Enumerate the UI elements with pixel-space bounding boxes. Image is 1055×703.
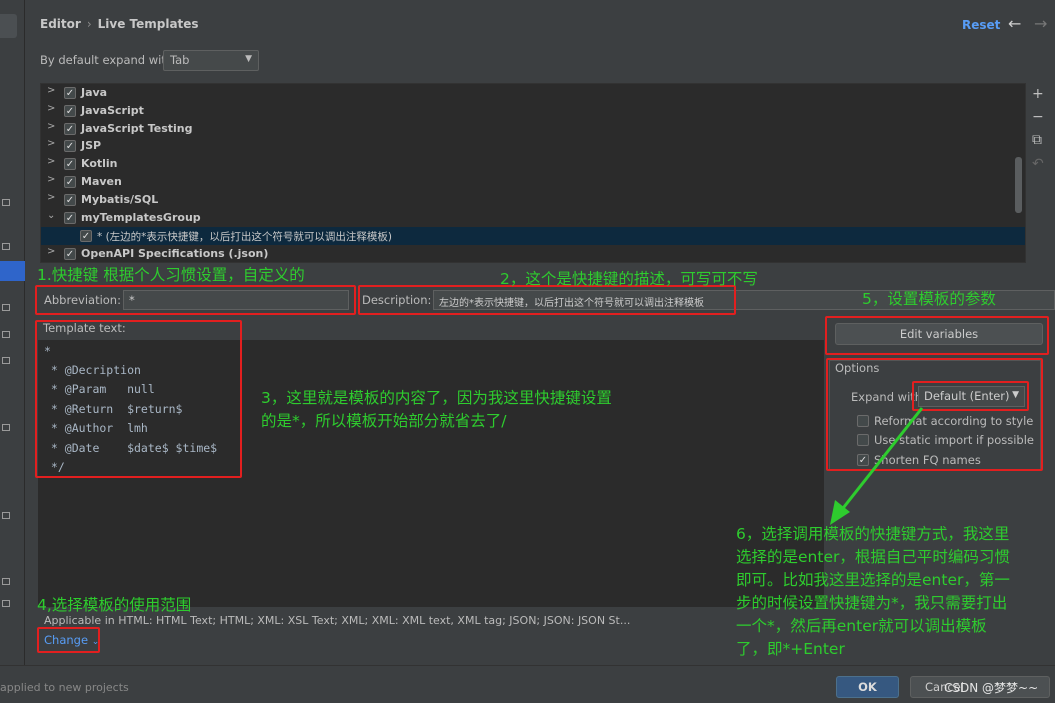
tree-item-label: JavaScript bbox=[81, 104, 144, 117]
collapse-icon[interactable] bbox=[2, 600, 10, 607]
tree-item-template[interactable]: ✓ * (左边的*表示快捷键，以后打出这个符号就可以调出注释模板) bbox=[41, 227, 1025, 245]
tree-scrollbar[interactable] bbox=[1015, 157, 1022, 213]
forward-arrow-icon[interactable]: → bbox=[1034, 14, 1047, 33]
template-checkbox[interactable]: ✓ bbox=[80, 230, 92, 242]
chevron-right-icon[interactable]: > bbox=[47, 174, 55, 185]
chevron-right-icon[interactable]: > bbox=[47, 121, 55, 132]
annotation-box-edit-variables bbox=[825, 316, 1049, 355]
tree-item-label: myTemplatesGroup bbox=[81, 211, 201, 224]
chevron-right-icon[interactable]: > bbox=[47, 192, 55, 203]
group-checkbox[interactable]: ✓ bbox=[64, 123, 76, 135]
annotation-box-change bbox=[37, 627, 100, 653]
tree-item-label: * (左边的*表示快捷键，以后打出这个符号就可以调出注释模板) bbox=[97, 231, 393, 243]
search-box-edge[interactable] bbox=[0, 14, 17, 38]
template-group-tree[interactable]: > ✓ Java > ✓ JavaScript > ✓ JavaScript T… bbox=[40, 83, 1026, 263]
copy-icon[interactable]: ⧉ bbox=[1032, 132, 1042, 148]
annotation-box-abbreviation bbox=[35, 285, 356, 315]
collapse-icon[interactable] bbox=[2, 331, 10, 338]
tree-item-label: OpenAPI Specifications (.json) bbox=[81, 247, 269, 260]
group-checkbox[interactable]: ✓ bbox=[64, 194, 76, 206]
group-checkbox[interactable]: ✓ bbox=[64, 140, 76, 152]
remove-icon[interactable]: − bbox=[1032, 109, 1044, 125]
collapse-icon[interactable] bbox=[2, 424, 10, 431]
annotation-box-template bbox=[35, 320, 242, 478]
dropdown-arrow-icon: ▼ bbox=[245, 54, 252, 64]
tree-item-label: Java bbox=[81, 86, 108, 99]
tree-item-mybatis-sql[interactable]: > ✓ Mybatis/SQL bbox=[41, 191, 1025, 209]
default-expand-value: Tab bbox=[170, 53, 190, 67]
left-navigation-strip bbox=[0, 0, 25, 665]
tree-item-label: JSP bbox=[81, 139, 102, 152]
group-checkbox[interactable]: ✓ bbox=[64, 158, 76, 170]
collapse-icon[interactable] bbox=[2, 304, 10, 311]
tree-item-label: JavaScript Testing bbox=[81, 122, 193, 135]
default-expand-select[interactable]: Tab ▼ bbox=[163, 50, 259, 71]
annotation-arrow-line bbox=[838, 407, 924, 513]
tree-item-label: Kotlin bbox=[81, 157, 118, 170]
chevron-right-icon[interactable]: > bbox=[47, 138, 55, 149]
breadcrumb-parent[interactable]: Editor bbox=[40, 17, 81, 31]
group-checkbox[interactable]: ✓ bbox=[64, 212, 76, 224]
footer-note: applied to new projects bbox=[0, 681, 129, 694]
annotation-text-4: 4,选择模板的使用范围 bbox=[37, 596, 192, 614]
chevron-right-icon[interactable]: > bbox=[47, 103, 55, 114]
back-arrow-icon[interactable]: ← bbox=[1008, 14, 1021, 33]
group-checkbox[interactable]: ✓ bbox=[64, 176, 76, 188]
tree-item-label: Maven bbox=[81, 175, 122, 188]
chevron-right-icon[interactable]: > bbox=[47, 85, 55, 96]
tree-item-jsp[interactable]: > ✓ JSP bbox=[41, 137, 1025, 155]
annotation-text-6: 6，选择调用模板的快捷键方式，我这里 选择的是enter，根据自己平时编码习惯 … bbox=[736, 525, 1010, 658]
add-icon[interactable]: + bbox=[1032, 86, 1044, 102]
chevron-down-icon[interactable]: ⌄ bbox=[47, 210, 55, 221]
reset-link[interactable]: Reset bbox=[962, 18, 1000, 32]
annotation-text-1: 1.快捷键 根据个人习惯设置，自定义的 bbox=[37, 266, 305, 284]
group-checkbox[interactable]: ✓ bbox=[64, 248, 76, 260]
annotation-text-3: 3，这里就是模板的内容了，因为我这里快捷键设置 的是*，所以模板开始部分就省去了… bbox=[261, 389, 612, 430]
group-checkbox[interactable]: ✓ bbox=[64, 105, 76, 117]
tree-item-label: Mybatis/SQL bbox=[81, 193, 159, 206]
tree-item-javascript-testing[interactable]: > ✓ JavaScript Testing bbox=[41, 120, 1025, 138]
annotation-text-5: 5，设置模板的参数 bbox=[862, 290, 996, 308]
ok-button[interactable]: OK bbox=[836, 676, 899, 698]
chevron-right-icon[interactable]: > bbox=[47, 246, 55, 257]
breadcrumb-separator-icon: › bbox=[86, 17, 92, 31]
breadcrumb: Editor › Live Templates bbox=[40, 17, 199, 31]
tree-item-maven[interactable]: > ✓ Maven bbox=[41, 173, 1025, 191]
group-checkbox[interactable]: ✓ bbox=[64, 87, 76, 99]
collapse-icon[interactable] bbox=[2, 578, 10, 585]
collapse-icon[interactable] bbox=[2, 512, 10, 519]
annotation-arrow bbox=[830, 407, 924, 525]
collapse-icon[interactable] bbox=[2, 357, 10, 364]
collapse-icon[interactable] bbox=[2, 243, 10, 250]
chevron-right-icon[interactable]: > bbox=[47, 156, 55, 167]
tree-item-openapi[interactable]: > ✓ OpenAPI Specifications (.json) bbox=[41, 245, 1025, 262]
undo-icon[interactable]: ↶ bbox=[1032, 156, 1044, 172]
tree-item-mytemplatesgroup[interactable]: ⌄ ✓ myTemplatesGroup bbox=[41, 209, 1025, 227]
watermark: CSDN @梦梦~~ bbox=[944, 681, 1039, 695]
tree-item-java[interactable]: > ✓ Java bbox=[41, 84, 1025, 102]
collapse-icon[interactable] bbox=[2, 199, 10, 206]
default-expand-label: By default expand with bbox=[40, 53, 174, 67]
tree-item-javascript[interactable]: > ✓ JavaScript bbox=[41, 102, 1025, 120]
tree-item-kotlin[interactable]: > ✓ Kotlin bbox=[41, 155, 1025, 173]
nav-selected-item[interactable] bbox=[0, 261, 25, 281]
breadcrumb-current: Live Templates bbox=[97, 17, 199, 31]
annotation-text-2: 2，这个是快捷键的描述，可写可不写 bbox=[500, 270, 758, 288]
